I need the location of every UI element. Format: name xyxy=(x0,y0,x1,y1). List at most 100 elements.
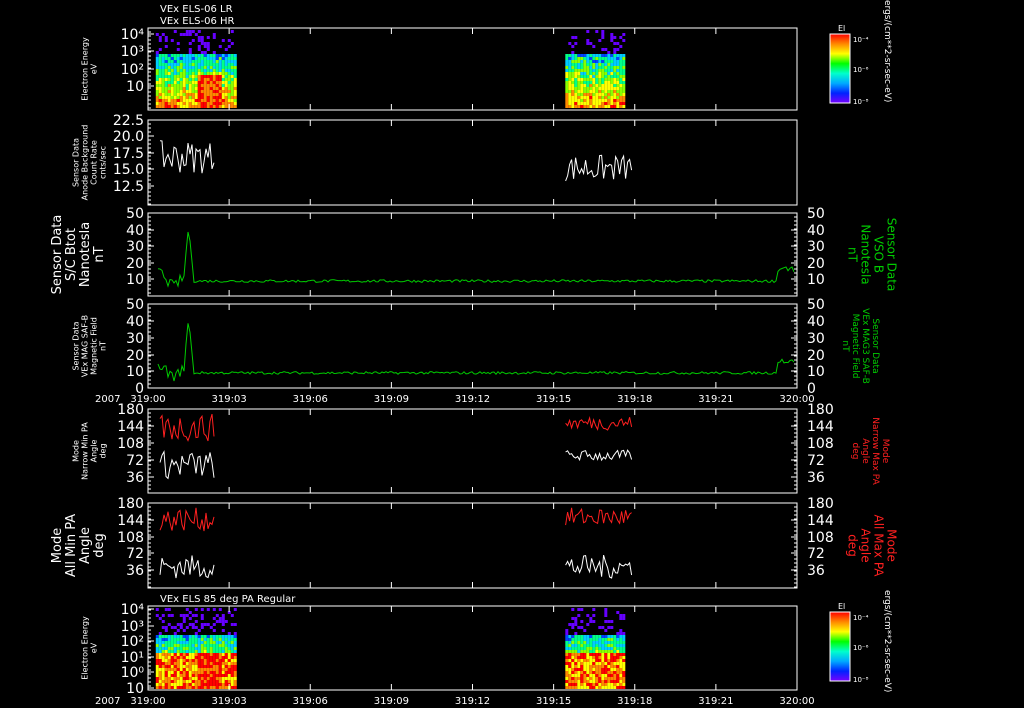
heatmap-cell xyxy=(215,638,219,641)
heatmap-cell xyxy=(233,680,237,683)
heatmap-cell xyxy=(194,626,198,629)
heatmap-cell xyxy=(173,78,177,81)
heatmap-cell xyxy=(230,680,234,683)
heatmap-cell xyxy=(197,72,201,75)
y-axis-label-line: cnts/sec xyxy=(99,146,108,179)
heatmap-cell xyxy=(164,102,168,105)
heatmap-cell xyxy=(586,683,590,686)
heatmap-cell xyxy=(170,635,174,638)
heatmap-cell xyxy=(589,647,593,650)
heatmap-cell xyxy=(601,93,605,96)
heatmap-cell xyxy=(155,665,159,668)
heatmap-cell xyxy=(215,84,219,87)
heatmap-cell xyxy=(601,84,605,87)
heatmap-cell xyxy=(598,659,602,662)
heatmap-cell xyxy=(155,686,159,689)
heatmap-cell xyxy=(577,60,581,63)
heatmap-cell xyxy=(167,638,171,641)
heatmap-cell xyxy=(610,102,614,105)
heatmap-cell xyxy=(218,620,222,623)
heatmap-cell xyxy=(155,33,159,36)
heatmap-cell xyxy=(179,57,183,60)
heatmap-cell xyxy=(592,93,596,96)
heatmap-cell xyxy=(571,647,575,650)
colorbar-title: El xyxy=(838,24,845,33)
heatmap-cell xyxy=(176,93,180,96)
heatmap-cell xyxy=(598,653,602,656)
heatmap-cell xyxy=(212,635,216,638)
heatmap-cell xyxy=(583,93,587,96)
heatmap-cell xyxy=(203,683,207,686)
heatmap-cell xyxy=(206,57,210,60)
heatmap-cell xyxy=(586,87,590,90)
heatmap-cell xyxy=(194,63,198,66)
heatmap-cell xyxy=(604,78,608,81)
heatmap-cell xyxy=(610,647,614,650)
heatmap-cell xyxy=(194,638,198,641)
heatmap-cell xyxy=(188,671,192,674)
heatmap-cell xyxy=(571,93,575,96)
heatmap-cell xyxy=(167,96,171,99)
y-tick-label: 36 xyxy=(126,470,144,486)
heatmap-cell xyxy=(194,57,198,60)
heatmap-cell xyxy=(188,102,192,105)
heatmap-cell xyxy=(613,42,617,45)
heatmap-cell xyxy=(221,54,225,57)
heatmap-cell xyxy=(565,638,569,641)
heatmap-cell xyxy=(215,683,219,686)
heatmap-cell xyxy=(155,75,159,78)
heatmap-cell xyxy=(224,665,228,668)
heatmap-cell xyxy=(580,66,584,69)
heatmap-cell xyxy=(610,54,614,57)
heatmap-cell xyxy=(173,635,177,638)
heatmap-cell xyxy=(598,39,602,42)
heatmap-cell xyxy=(194,650,198,653)
heatmap-cell xyxy=(158,96,162,99)
heatmap-cell xyxy=(589,99,593,102)
heatmap-cell xyxy=(586,650,590,653)
heatmap-cell xyxy=(589,662,593,665)
heatmap-cell xyxy=(586,671,590,674)
heatmap-cell xyxy=(158,57,162,60)
heatmap-cell xyxy=(188,78,192,81)
heatmap-cell xyxy=(595,641,599,644)
heatmap-cell xyxy=(200,656,204,659)
heatmap-cell xyxy=(230,69,234,72)
heatmap-cell xyxy=(194,683,198,686)
heatmap-cell xyxy=(613,93,617,96)
heatmap-cell xyxy=(589,617,593,620)
heatmap-cell xyxy=(607,653,611,656)
heatmap-cell xyxy=(565,102,569,105)
heatmap-cell xyxy=(221,644,225,647)
heatmap-cell xyxy=(619,680,623,683)
heatmap-cell xyxy=(185,57,189,60)
heatmap-cell xyxy=(619,650,623,653)
heatmap-cell xyxy=(191,674,195,677)
heatmap-cell xyxy=(580,87,584,90)
heatmap-cell xyxy=(161,93,165,96)
heatmap-cell xyxy=(158,81,162,84)
heatmap-cell xyxy=(206,608,210,611)
heatmap-cell xyxy=(194,644,198,647)
heatmap-cell xyxy=(155,87,159,90)
heatmap-cell xyxy=(173,57,177,60)
heatmap-cell xyxy=(170,60,174,63)
heatmap-cell xyxy=(194,662,198,665)
heatmap-cell xyxy=(179,69,183,72)
heatmap-cell xyxy=(206,45,210,48)
heatmap-cell xyxy=(230,659,234,662)
heatmap-cell xyxy=(206,72,210,75)
heatmap-cell xyxy=(607,54,611,57)
heatmap-cell xyxy=(610,686,614,689)
heatmap-cell xyxy=(586,39,590,42)
heatmap-cell xyxy=(206,644,210,647)
y-tick-label: 10 xyxy=(126,272,144,288)
heatmap-cell xyxy=(601,63,605,66)
heatmap-cell xyxy=(604,60,608,63)
heatmap-cell xyxy=(185,90,189,93)
heatmap-cell xyxy=(215,96,219,99)
heatmap-cell xyxy=(607,677,611,680)
heatmap-cell xyxy=(206,674,210,677)
heatmap-cell xyxy=(158,87,162,90)
heatmap-cell xyxy=(179,66,183,69)
